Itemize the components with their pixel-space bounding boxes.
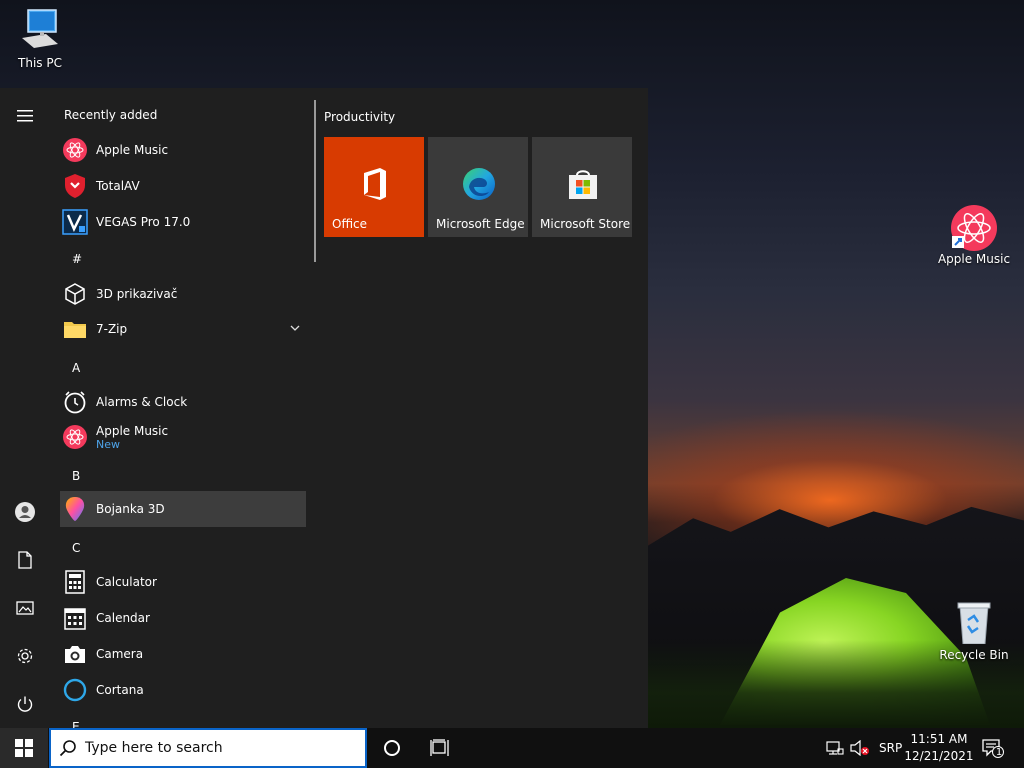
tile-group-title[interactable]: Productivity: [324, 110, 395, 124]
calculator-icon: [62, 569, 88, 595]
new-badge: New: [96, 437, 120, 451]
app-item-bojanka-3d[interactable]: Bojanka 3D: [60, 491, 306, 527]
cortana-button[interactable]: [368, 728, 416, 768]
folder-icon: [62, 316, 88, 342]
volume-tray-button[interactable]: [850, 728, 870, 768]
camera-icon: [62, 641, 88, 667]
app-item-apple-music-recent[interactable]: Apple Music: [60, 132, 306, 168]
section-letter-e[interactable]: E: [72, 720, 80, 728]
task-view-icon: [430, 739, 449, 756]
app-item-totalav[interactable]: TotalAV: [60, 168, 306, 204]
desktop-icon-apple-music[interactable]: Apple Music: [934, 204, 1014, 266]
app-item-vegas-pro[interactable]: VEGAS Pro 17.0: [60, 204, 306, 240]
chevron-down-icon[interactable]: [290, 324, 300, 332]
tile-microsoft-store[interactable]: Microsoft Store: [532, 137, 632, 237]
app-item-calculator[interactable]: Calculator: [60, 564, 306, 600]
start-button[interactable]: [0, 728, 48, 768]
desktop-icon-this-pc[interactable]: This PC: [0, 8, 80, 70]
vegas-icon: [62, 209, 88, 235]
app-item-apple-music[interactable]: Apple Music New: [60, 419, 306, 455]
tile-office[interactable]: Office: [324, 137, 424, 237]
app-item-label: TotalAV: [96, 179, 140, 193]
app-item-label: 7-Zip: [96, 322, 128, 336]
action-center-button[interactable]: 1: [982, 728, 1010, 768]
documents-button[interactable]: [0, 540, 50, 580]
start-rail: [0, 88, 50, 728]
network-tray-button[interactable]: [826, 728, 844, 768]
tiles-area: Productivity Office Microsoft Edge Micro…: [316, 88, 648, 728]
section-letter-hash[interactable]: #: [72, 252, 82, 266]
store-bag-icon: [566, 167, 600, 201]
task-view-button[interactable]: [416, 728, 464, 768]
pictures-button[interactable]: [0, 588, 50, 628]
app-item-alarms-clock[interactable]: Alarms & Clock: [60, 384, 306, 420]
app-item-label: Alarms & Clock: [96, 395, 188, 409]
desktop-icon-label: Recycle Bin: [939, 648, 1009, 662]
app-item-calendar[interactable]: Calendar: [60, 600, 306, 636]
clock-date: 12/21/2021: [904, 749, 974, 763]
apple-music-icon: [950, 204, 998, 251]
app-item-3d-viewer[interactable]: 3D prikazivač: [60, 276, 306, 312]
apple-music-icon: [62, 137, 88, 163]
tile-label: Office: [332, 217, 368, 231]
taskbar-clock[interactable]: 11:51 AM 12/21/2021: [902, 731, 976, 765]
volume-muted-icon: [850, 740, 869, 756]
app-item-camera[interactable]: Camera: [60, 636, 306, 672]
edge-icon: [462, 167, 496, 201]
tile-label: Microsoft Store: [540, 217, 631, 231]
hamburger-icon: [17, 110, 33, 122]
app-item-label: 3D prikazivač: [96, 287, 178, 301]
app-item-label: Cortana: [96, 683, 144, 697]
section-letter-c[interactable]: C: [72, 541, 80, 555]
app-item-label: Apple Music: [96, 423, 169, 438]
search-icon: [51, 739, 85, 757]
app-item-label: Calculator: [96, 575, 157, 589]
cortana-circle-icon: [384, 740, 400, 756]
desktop-icon-label: Apple Music: [937, 252, 1011, 266]
account-button[interactable]: [0, 492, 50, 532]
clock-icon: [62, 389, 88, 415]
power-icon: [17, 696, 33, 712]
gear-icon: [17, 648, 33, 664]
app-item-label: Calendar: [96, 611, 150, 625]
paint3d-icon: [62, 496, 88, 522]
network-icon: [826, 741, 844, 755]
cortana-icon: [62, 677, 88, 703]
tile-label: Microsoft Edge: [436, 217, 525, 231]
settings-button[interactable]: [0, 636, 50, 676]
start-menu: Recently added Apple Music TotalAV VEGAS…: [0, 88, 648, 728]
totalav-shield-icon: [62, 173, 88, 199]
app-item-7zip[interactable]: 7-Zip: [60, 311, 306, 347]
app-item-label: VEGAS Pro 17.0: [96, 215, 191, 229]
search-placeholder: Type here to search: [85, 740, 223, 756]
clock-time: 11:51 AM: [910, 732, 968, 746]
taskbar: Type here to search SRP 11:51 AM 12/21/2…: [0, 728, 1024, 768]
recycle-bin-icon: [950, 600, 998, 645]
section-letter-a[interactable]: A: [72, 361, 80, 375]
app-item-label: Camera: [96, 647, 144, 661]
app-item-label: Bojanka 3D: [96, 502, 165, 516]
app-item-cortana[interactable]: Cortana: [60, 672, 306, 708]
document-icon: [18, 551, 32, 569]
tile-microsoft-edge[interactable]: Microsoft Edge: [428, 137, 528, 237]
app-item-label: Apple Music: [96, 143, 169, 157]
computer-icon: [16, 8, 64, 52]
apple-music-icon: [62, 424, 88, 450]
notification-count: 1: [995, 747, 1003, 758]
section-letter-b[interactable]: B: [72, 469, 80, 483]
power-button[interactable]: [0, 684, 50, 724]
cube-icon: [62, 281, 88, 307]
desktop-icon-recycle-bin[interactable]: Recycle Bin: [934, 600, 1014, 662]
expand-menu-button[interactable]: [0, 96, 50, 136]
user-icon: [15, 502, 35, 522]
windows-logo-icon: [15, 739, 33, 757]
taskbar-search-box[interactable]: Type here to search: [49, 728, 367, 768]
recently-added-heading: Recently added: [64, 108, 158, 122]
desktop-icon-label: This PC: [18, 56, 62, 70]
language-indicator[interactable]: SRP: [879, 728, 902, 768]
calendar-icon: [62, 605, 88, 631]
office-icon: [358, 167, 392, 201]
pictures-icon: [16, 601, 34, 615]
